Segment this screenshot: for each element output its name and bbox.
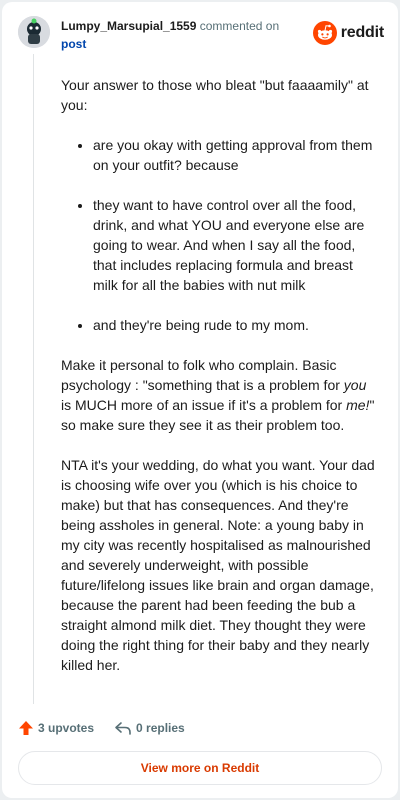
post-link[interactable]: post [61, 37, 86, 51]
reddit-brand[interactable]: reddit [312, 21, 384, 45]
upvote-arrow-icon [19, 721, 33, 735]
avatar[interactable] [18, 16, 50, 48]
list-item: and they're being rude to my mom. [93, 315, 377, 335]
upvote-count: 3 upvotes [38, 721, 95, 735]
upvote-button[interactable]: 3 upvotes [18, 720, 94, 736]
embedded-comment-card: Lumpy_Marsupial_1559 commented on post r… [2, 2, 398, 798]
comment-paragraph-psychology: Make it personal to folk who complain. B… [61, 357, 375, 433]
comment-paragraph-intro: Your answer to those who bleat "but faaa… [61, 77, 369, 113]
comment-body: Your answer to those who bleat "but faaa… [61, 75, 377, 695]
thread-line [33, 54, 34, 704]
comment-bullet-list: are you okay with getting approval from … [61, 135, 377, 335]
reddit-logo-icon [312, 21, 337, 45]
comment-meta: Lumpy_Marsupial_1559 commented on post [61, 17, 301, 53]
reply-count: 0 replies [136, 721, 185, 735]
list-item: they want to have control over all the f… [93, 195, 377, 295]
comment-header: Lumpy_Marsupial_1559 commented on post r… [2, 2, 398, 62]
avatar-icon [18, 16, 50, 48]
username-link[interactable]: Lumpy_Marsupial_1559 [61, 19, 196, 33]
comment-paragraph-nta: NTA it's your wedding, do what you want.… [61, 457, 375, 673]
view-more-button[interactable]: View more on Reddit [18, 751, 382, 785]
list-item: are you okay with getting approval from … [93, 135, 377, 175]
reply-icon [115, 722, 131, 735]
comment-actions: 3 upvotes 0 replies [18, 718, 205, 738]
action-text: commented on [199, 19, 280, 33]
brand-wordmark: reddit [340, 24, 384, 41]
reply-button[interactable]: 0 replies [114, 720, 185, 736]
